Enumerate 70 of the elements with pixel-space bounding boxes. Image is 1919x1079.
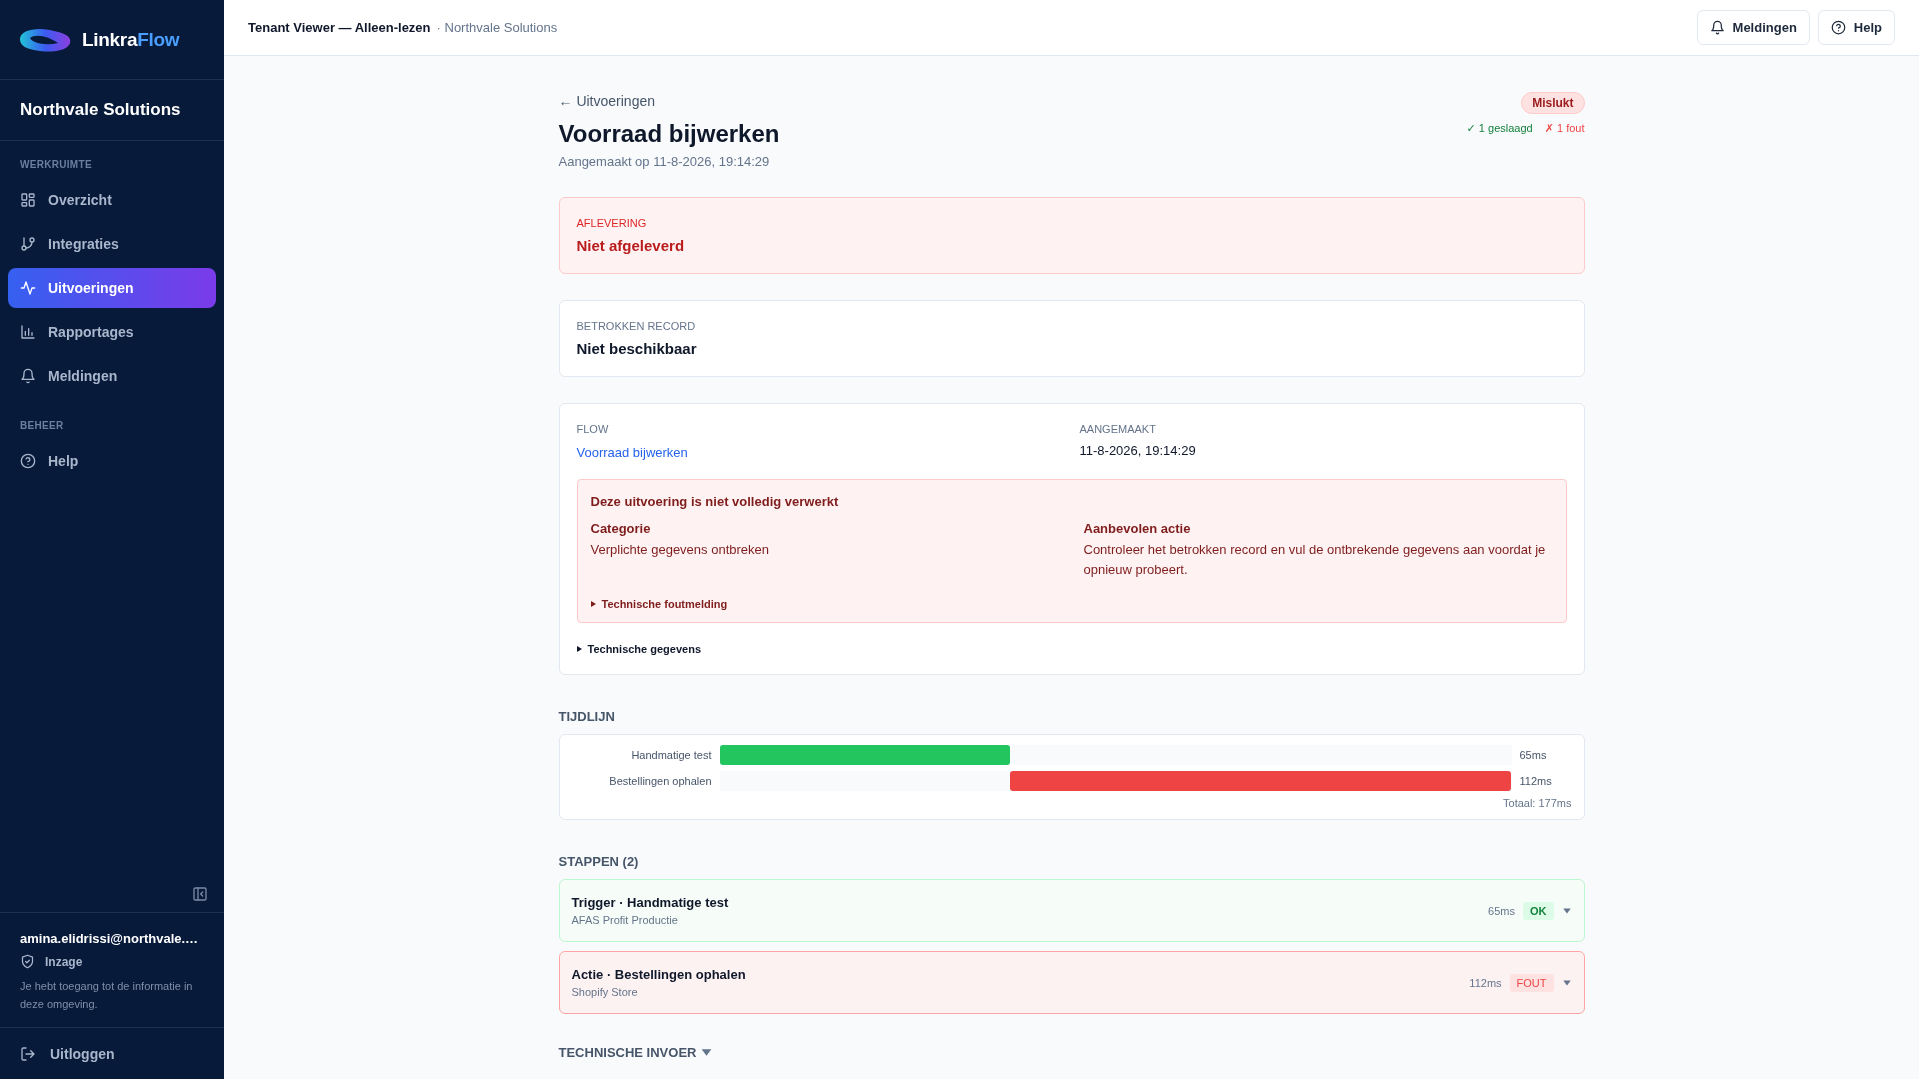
step-title: Actie · Bestellingen ophalen [571,967,746,982]
logo-text: LinkraFlow [82,28,180,51]
created-date: Aangemaakt op 11-8-2026, 19:14:29 [558,154,771,169]
step-card[interactable]: Actie · Bestellingen ophalen Shopify Store 112ms FOUT [558,951,1585,1014]
logout-link[interactable]: Uitloggen [0,1027,224,1079]
help-icon [1830,20,1846,35]
duration-label: 65ms [1519,749,1548,761]
role-label: Inzage [45,954,83,969]
back-link[interactable]: ← Uitvoeringen [558,93,655,109]
step-title: Trigger · Handmatige test [571,895,729,910]
technical-input-toggle[interactable]: TECHNISCHE INVOER [558,1045,714,1060]
disclosure-toggle[interactable]: Technische gegevens [576,643,701,655]
tenant-name: Northvale Solutions [0,80,224,141]
step-label: Handmatige test [630,749,712,761]
duration-label: 112ms [1469,976,1502,989]
notifications-button[interactable]: Meldingen [1696,10,1810,45]
field-value: Verplichte gegevens ontbreken [590,541,770,559]
field-value: Controleer het betrokken record en vul de ontbrekende gegevens aan voordat je opnieuw probeert. [1083,541,1547,579]
page-title: Voorraad bijwerken [558,120,780,148]
disclosure-toggle[interactable]: Technische foutmelding [590,598,728,610]
shield-check-icon [20,954,35,969]
field-label: AANGEMAAKT [1079,423,1157,435]
user-email: amina.elidrissi@northvale.… [20,931,199,946]
bell-icon [20,368,36,384]
status-badge: OK [1523,901,1554,920]
error-count: ✗ 1 fout [1544,122,1585,135]
step-label: Bestellingen ophalen [608,775,712,787]
field-value: 11-8-2026, 19:14:29 [1079,443,1197,458]
duration-label: 112ms [1519,775,1553,787]
field-value: Niet beschikbaar [576,340,698,357]
activity-icon [20,280,36,296]
status-badge: FOUT [1509,973,1554,992]
field-label: Aanbevolen actie [1083,521,1192,536]
success-count: ✓ 1 geslaagd [1466,122,1533,135]
duration-label: 65ms [1488,904,1515,917]
field-label: BETROKKEN RECORD [576,320,697,332]
total-duration: Totaal: 177ms [1503,797,1572,809]
tenant-context: · Northvale Solutions [436,20,558,35]
nav-item[interactable]: Help [8,441,216,481]
field-label: Categorie [590,521,652,536]
nav-item[interactable]: Integraties [8,224,216,264]
section-heading: BEHEER [19,419,65,433]
help-button[interactable]: Help [1817,10,1895,45]
step-source: AFAS Profit Productie [571,914,679,926]
bell-icon [1709,20,1725,35]
field-label: AFLEVERING [576,217,648,229]
step-card[interactable]: Trigger · Handmatige test AFAS Profit Productie 65ms OK [558,879,1585,942]
sidebar-collapse-icon [192,886,208,902]
branch-icon [20,236,36,252]
field-value: Niet afgeleverd [576,237,686,254]
section-heading: STAPPEN (2) [558,854,640,869]
nav-item[interactable]: Meldingen [8,356,216,396]
section-heading: TIJDLIJN [558,709,616,724]
caret-icon [700,1046,714,1059]
grid-icon [20,192,36,208]
step-source: Shopify Store [571,986,639,998]
bar-chart-icon [20,324,36,340]
error-title: Deze uitvoering is niet volledig verwerkt [590,494,840,509]
nav-item[interactable]: Uitvoeringen [8,268,216,308]
field-label: FLOW [576,423,610,435]
nav-item[interactable]: Overzicht [8,180,216,220]
nav-item[interactable]: Rapportages [8,312,216,352]
page-context-title: Tenant Viewer — Alleen-lezen [248,20,431,35]
logout-icon [20,1045,36,1062]
help-icon [20,453,36,469]
flow-link[interactable]: Voorraad bijwerken [576,445,688,460]
status-badge: Mislukt [1521,92,1585,114]
access-description: Je hebt toegang tot de informatie in deze omgeving. [20,979,194,1012]
section-heading: WERKRUIMTE [19,158,93,172]
collapse-sidebar-button[interactable] [190,884,210,904]
